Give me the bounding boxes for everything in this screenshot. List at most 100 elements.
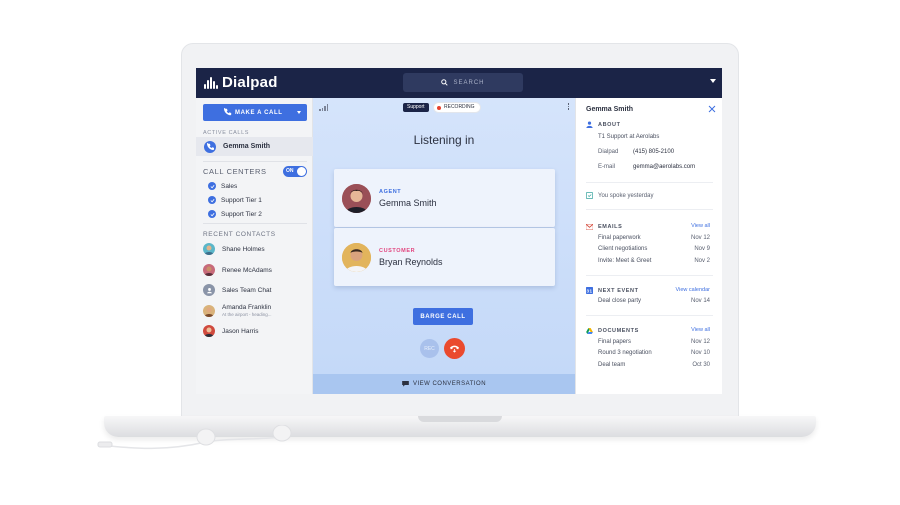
contact-details-name: Gemma Smith [586, 106, 634, 113]
customer-card[interactable]: CUSTOMER Bryan Reynolds [334, 228, 555, 286]
top-bar: Dialpad SEARCH [196, 68, 722, 98]
dialpad-number-label: Dialpad [598, 149, 619, 155]
app-screen: Dialpad SEARCH MAKE A CALL ACTIVE CALLS … [196, 68, 722, 394]
contact-name: Renee McAdams [222, 266, 272, 274]
call-centers-toggle[interactable]: ON [283, 166, 307, 177]
email-item[interactable]: Invite: Meet & Greet [598, 258, 651, 264]
recording-dot-icon [437, 105, 441, 110]
toggle-label: ON [286, 168, 294, 174]
document-item[interactable]: Round 3 negotiation [598, 350, 652, 356]
account-menu-chevron-icon[interactable] [710, 79, 716, 83]
email-item[interactable]: Client negotiations [598, 246, 647, 252]
hang-up-icon [450, 345, 459, 353]
support-badge: Support [403, 103, 429, 112]
group-chat-icon [203, 284, 215, 296]
hang-up-button[interactable] [444, 338, 465, 359]
make-call-dropdown-icon[interactable] [297, 111, 301, 114]
check-icon [208, 182, 216, 190]
dialpad-number[interactable]: (415) 805-2100 [633, 149, 674, 155]
active-calls-heading: ACTIVE CALLS [203, 130, 250, 136]
customer-avatar [342, 242, 371, 272]
emails-section-heading: EMAILS [586, 223, 622, 230]
recent-contacts-heading: RECENT CONTACTS [203, 231, 276, 238]
contact-name: Jason Harris [222, 327, 259, 335]
close-icon[interactable] [708, 105, 716, 113]
view-conversation-label: VIEW CONVERSATION [412, 381, 487, 387]
record-button[interactable]: REC [420, 339, 439, 358]
check-icon [208, 196, 216, 204]
call-centers-header: CALL CENTERS ON [203, 166, 307, 177]
contact-item[interactable]: Jason Harris [203, 325, 258, 337]
history-icon [586, 192, 593, 199]
page-title: Listening in [413, 133, 475, 147]
contact-name: Shane Holmes [222, 245, 265, 253]
agent-card[interactable]: AGENT Gemma Smith [334, 169, 555, 227]
view-calendar-link[interactable]: View calendar [676, 287, 710, 293]
app-name: Dialpad [222, 74, 278, 91]
documents-view-all-link[interactable]: View all [691, 327, 710, 333]
more-options-icon[interactable] [567, 103, 569, 110]
documents-section-heading: DOCUMENTS [586, 327, 639, 334]
dialpad-logo-icon [204, 76, 218, 89]
email-address[interactable]: gemma@aerolabs.com [633, 164, 695, 170]
laptop-notch [418, 416, 502, 422]
call-center-item[interactable]: Support Tier 2 [208, 210, 262, 218]
divider [586, 275, 713, 276]
search-placeholder: SEARCH [453, 79, 485, 86]
calendar-icon: 31 [586, 287, 593, 294]
agent-role-label: AGENT [379, 188, 402, 195]
about-section-heading: ABOUT [586, 121, 621, 128]
email-item[interactable]: Final paperwork [598, 235, 641, 241]
emails-view-all-link[interactable]: View all [691, 223, 710, 229]
contact-name: Sales Team Chat [222, 286, 272, 294]
contact-item[interactable]: Renee McAdams [203, 264, 272, 276]
about-line: T1 Support at Aerolabs [598, 134, 660, 140]
dialpad-logo[interactable]: Dialpad [204, 74, 278, 91]
document-item[interactable]: Deal team [598, 362, 625, 368]
chat-icon [402, 381, 409, 387]
contact-item[interactable]: Shane Holmes [203, 243, 265, 255]
email-item-date: Nov 2 [694, 258, 710, 264]
divider [586, 182, 713, 183]
divider [586, 315, 713, 316]
document-item[interactable]: Final papers [598, 339, 631, 345]
contact-status: At the airport - heading... [222, 312, 272, 317]
email-label: E-mail [598, 164, 616, 170]
contact-item[interactable]: Amanda Franklin At the airport - heading… [203, 304, 272, 317]
google-drive-icon [586, 327, 593, 334]
search-icon [441, 79, 449, 86]
active-call-name: Gemma Smith [223, 143, 271, 150]
avatar [203, 243, 215, 255]
search-bar[interactable]: SEARCH [403, 73, 523, 92]
barge-call-button[interactable]: BARGE CALL [413, 308, 473, 325]
phone-icon [204, 140, 216, 153]
email-item-date: Nov 12 [690, 235, 710, 241]
toggle-knob [297, 167, 306, 176]
sidebar: MAKE A CALL ACTIVE CALLS Gemma Smith CAL… [196, 98, 313, 394]
call-panel: Support RECORDING Listening in AGENT Gem… [313, 98, 575, 394]
view-conversation-button[interactable]: VIEW CONVERSATION [313, 374, 575, 394]
make-a-call-button[interactable]: MAKE A CALL [203, 104, 307, 121]
gmail-icon [586, 223, 593, 230]
customer-role-label: CUSTOMER [379, 247, 416, 254]
agent-avatar [342, 183, 371, 213]
customer-name: Bryan Reynolds [379, 256, 443, 267]
make-a-call-label: MAKE A CALL [235, 109, 283, 116]
call-center-item[interactable]: Support Tier 1 [208, 196, 262, 204]
event-item[interactable]: Deal close party [598, 298, 641, 304]
last-spoke-note: You spoke yesterday [586, 192, 653, 199]
document-item-date: Nov 12 [690, 339, 710, 345]
call-center-label: Sales [221, 182, 238, 190]
recording-badge: RECORDING [433, 102, 481, 113]
phone-icon [224, 108, 232, 116]
contact-item[interactable]: Sales Team Chat [203, 284, 271, 296]
divider [203, 223, 307, 224]
call-center-item[interactable]: Sales [208, 182, 237, 190]
earbuds-icon [97, 425, 292, 450]
agent-name: Gemma Smith [379, 197, 437, 208]
person-icon [586, 121, 593, 128]
active-call-item[interactable]: Gemma Smith [196, 137, 313, 156]
next-event-section-heading: 31 NEXT EVENT [586, 287, 639, 294]
recording-label: RECORDING [444, 104, 475, 110]
divider [586, 209, 713, 210]
